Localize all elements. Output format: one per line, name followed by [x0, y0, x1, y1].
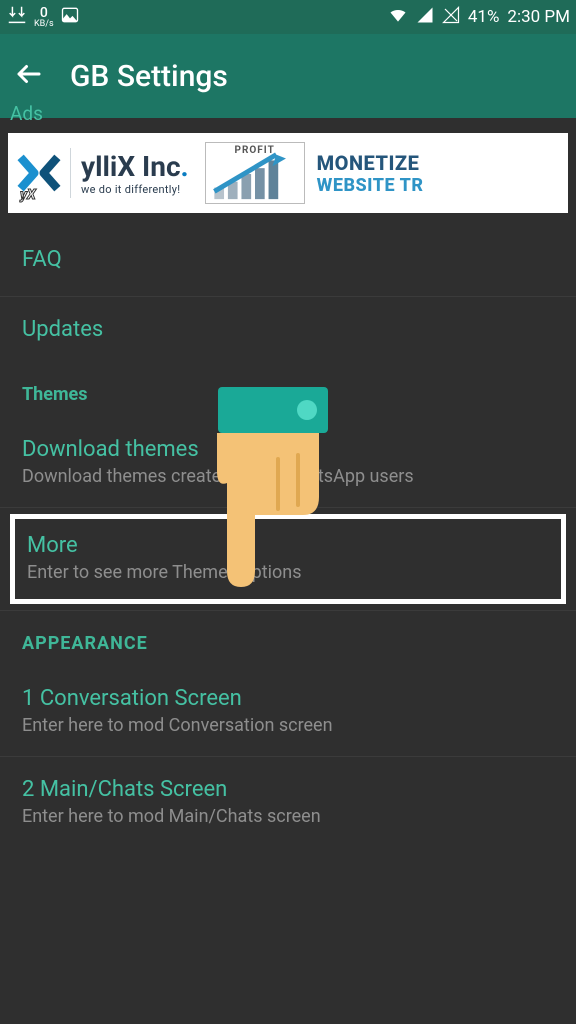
item-title: More: [27, 533, 549, 558]
network-speed-unit: KB/s: [34, 20, 54, 29]
ad-brand-name: ylliX Inc.: [81, 150, 189, 183]
item-mainchats-screen[interactable]: 2 Main/Chats Screen Enter here to mod Ma…: [0, 757, 576, 847]
item-more[interactable]: More Enter to see more Themes options: [10, 514, 566, 604]
ad-cta-line1: MONETIZE: [317, 151, 564, 175]
item-subtitle: Enter here to mod Main/Chats screen: [22, 806, 554, 827]
item-subtitle: Download themes created by GBWhatsApp us…: [22, 466, 554, 487]
statusbar: 0 KB/s 41% 2:30 PM: [0, 0, 576, 34]
signal-sim2-no-service-icon: [442, 6, 460, 28]
ad-logo-icon: [8, 150, 70, 196]
section-header-ads: Ads: [0, 102, 576, 125]
item-title: Updates: [22, 317, 554, 342]
clock: 2:30 PM: [507, 7, 570, 27]
statusbar-right: 41% 2:30 PM: [388, 5, 570, 29]
item-faq[interactable]: FAQ: [0, 223, 576, 297]
item-title: Download themes: [22, 437, 554, 462]
item-title: 1 Conversation Screen: [22, 686, 554, 711]
ad-tagline: we do it differently!: [81, 183, 180, 196]
ad-brand: ylliX Inc. we do it differently!: [71, 150, 199, 196]
item-updates[interactable]: Updates: [0, 297, 576, 362]
item-title: FAQ: [22, 247, 554, 272]
appbar-title: GB Settings: [70, 59, 228, 94]
item-subtitle: Enter to see more Themes options: [27, 562, 549, 583]
ad-cta: MONETIZE WEBSITE TR: [311, 151, 568, 196]
ad-chart-icon: PROFIT: [205, 142, 305, 204]
network-speed-value: 0: [40, 6, 48, 20]
network-speed: 0 KB/s: [34, 6, 54, 29]
download-icon: [6, 4, 28, 30]
back-icon[interactable]: [14, 59, 44, 93]
image-icon: [60, 5, 80, 29]
item-subtitle: Enter here to mod Conversation screen: [22, 715, 554, 736]
ad-badge: yX: [20, 187, 36, 203]
settings-content: Ads ylliX Inc. we do it differently! PRO…: [0, 102, 576, 847]
ad-banner[interactable]: ylliX Inc. we do it differently! PROFIT …: [8, 133, 568, 213]
ad-cta-line2: WEBSITE TR: [317, 175, 564, 196]
statusbar-left: 0 KB/s: [6, 4, 80, 30]
item-download-themes[interactable]: Download themes Download themes created …: [0, 417, 576, 508]
battery-percent: 41%: [468, 7, 500, 27]
item-title: 2 Main/Chats Screen: [22, 777, 554, 802]
section-header-appearance: APPEARANCE: [0, 611, 576, 666]
section-header-themes: Themes: [0, 362, 576, 417]
wifi-icon: [388, 5, 408, 29]
item-conversation-screen[interactable]: 1 Conversation Screen Enter here to mod …: [0, 666, 576, 757]
signal-sim1-icon: [416, 6, 434, 28]
